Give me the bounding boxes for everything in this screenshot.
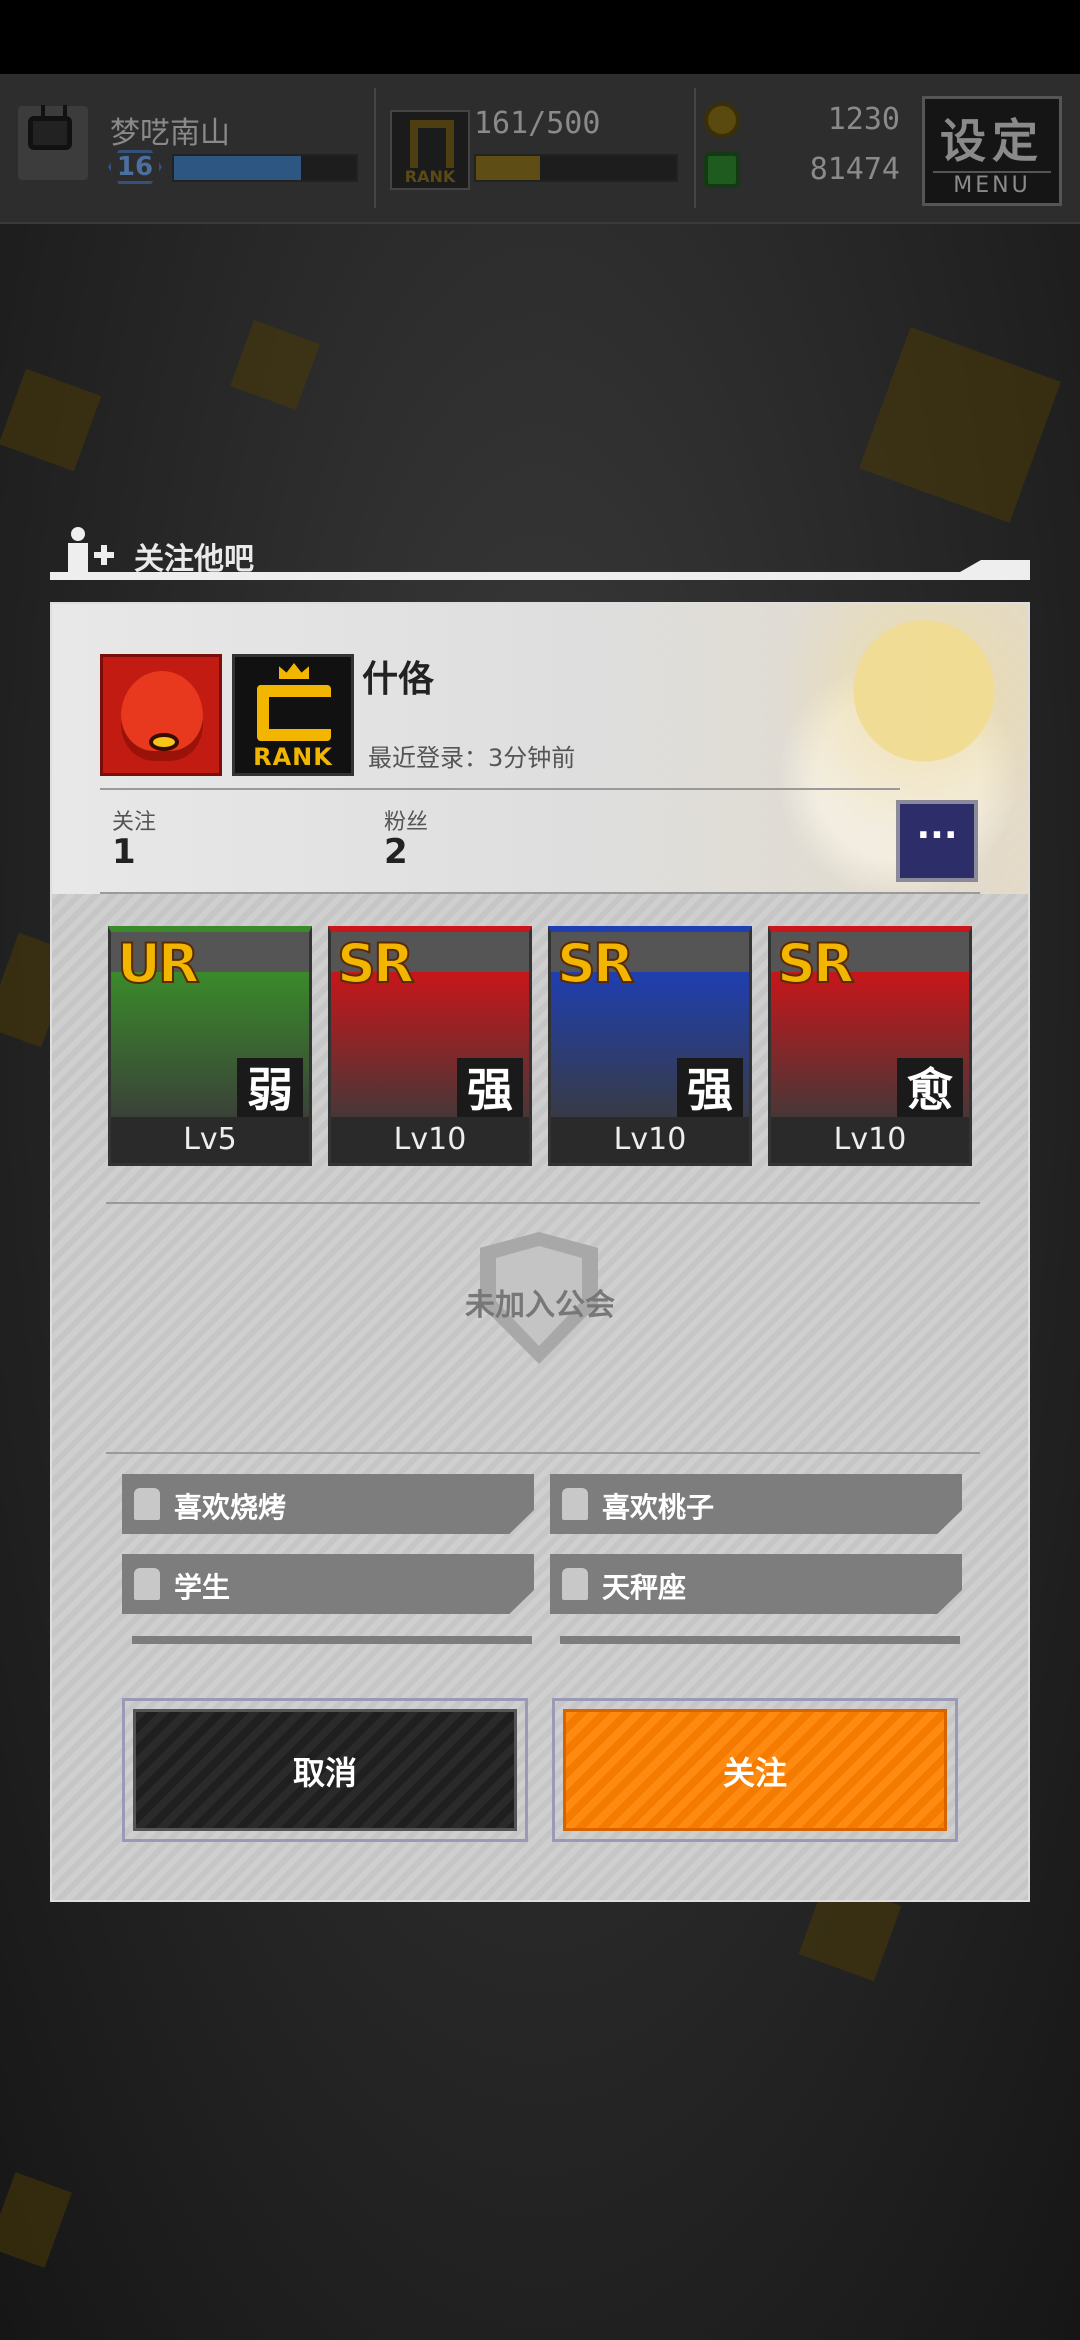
tv-icon bbox=[28, 116, 72, 150]
follow-button-label: 关注 bbox=[563, 1709, 947, 1831]
system-status-bar bbox=[0, 0, 1080, 74]
last-login: 最近登录：3分钟前 bbox=[368, 744, 576, 772]
card-attribute: 愈 bbox=[897, 1058, 963, 1124]
player-exp-fill bbox=[174, 156, 302, 180]
card-attribute: 强 bbox=[677, 1058, 743, 1124]
menu-button-sublabel: MENU bbox=[933, 171, 1051, 198]
player-avatar[interactable] bbox=[18, 106, 88, 180]
hud-divider bbox=[374, 88, 376, 208]
tag-icon bbox=[562, 1568, 588, 1600]
tag-text: 学生 bbox=[174, 1571, 231, 1604]
card-rarity: UR bbox=[116, 932, 200, 996]
player-exp-bar bbox=[172, 154, 358, 182]
tag-text: 喜欢烧烤 bbox=[174, 1491, 287, 1524]
follow-button[interactable]: 关注 bbox=[552, 1698, 958, 1842]
rank-value: 161/500 bbox=[474, 106, 601, 141]
rank-icon-label: RANK bbox=[404, 167, 456, 186]
card-attribute: 弱 bbox=[237, 1058, 303, 1124]
tag-text: 天秤座 bbox=[602, 1571, 687, 1604]
divider bbox=[100, 788, 900, 790]
profile-rank-badge: RANK bbox=[232, 654, 354, 776]
profile-tag: 喜欢桃子 bbox=[550, 1474, 962, 1534]
dialog-header-divider bbox=[50, 572, 1030, 580]
player-hud: 梦呓南山 16 RANK 161/500 1230 81474 bbox=[0, 74, 1080, 224]
profile-tag: 天秤座 bbox=[550, 1554, 962, 1614]
tag-icon bbox=[134, 1568, 160, 1600]
rank-badge-label: RANK bbox=[253, 743, 333, 771]
gem-amount: 81474 bbox=[809, 152, 900, 187]
rank-progress-bar bbox=[474, 154, 678, 182]
card-slot[interactable]: SR 强 Lv10 bbox=[328, 926, 532, 1166]
rank-icon: RANK bbox=[390, 110, 470, 190]
fans-count: 2 bbox=[384, 832, 408, 872]
card-rarity: SR bbox=[556, 932, 636, 996]
menu-button-label: 设定 bbox=[940, 114, 1044, 168]
cancel-button-label: 取消 bbox=[133, 1709, 517, 1831]
card-rarity: SR bbox=[336, 932, 416, 996]
tag-scroll-edge bbox=[132, 1636, 532, 1644]
rank-progress-fill bbox=[476, 156, 540, 180]
profile-name: 什佫 bbox=[362, 659, 435, 700]
card-slot[interactable]: SR 强 Lv10 bbox=[548, 926, 752, 1166]
background-decor bbox=[859, 327, 1061, 523]
player-name: 梦呓南山 bbox=[110, 116, 230, 151]
guild-status: 未加入公会 bbox=[465, 1288, 615, 1323]
card-attribute: 强 bbox=[457, 1058, 523, 1124]
profile-avatar bbox=[100, 654, 222, 776]
divider bbox=[100, 892, 980, 894]
card-level: Lv10 bbox=[771, 1117, 969, 1163]
add-friend-icon bbox=[68, 527, 114, 576]
background-decor bbox=[0, 2172, 72, 2268]
gem-icon bbox=[704, 152, 740, 188]
more-options-button[interactable]: ··· bbox=[896, 800, 978, 882]
background-decor bbox=[0, 368, 102, 472]
tag-icon bbox=[134, 1488, 160, 1520]
crown-icon bbox=[279, 663, 309, 679]
card-level: Lv5 bbox=[111, 1117, 309, 1163]
card-slot[interactable]: SR 愈 Lv10 bbox=[768, 926, 972, 1166]
tag-scroll-edge bbox=[560, 1636, 960, 1644]
player-level-badge: 16 bbox=[108, 150, 162, 184]
hud-divider bbox=[694, 88, 696, 208]
profile-header: RANK 什佫 最近登录：3分钟前 关注 1 粉丝 2 ··· bbox=[52, 604, 1028, 894]
card-level: Lv10 bbox=[551, 1117, 749, 1163]
profile-tag: 学生 bbox=[122, 1554, 534, 1614]
follow-count: 1 bbox=[112, 832, 136, 872]
tag-icon bbox=[562, 1488, 588, 1520]
profile-tag: 喜欢烧烤 bbox=[122, 1474, 534, 1534]
gold-coin-icon bbox=[704, 102, 740, 138]
divider bbox=[106, 1452, 980, 1454]
card-rarity: SR bbox=[776, 932, 856, 996]
card-level: Lv10 bbox=[331, 1117, 529, 1163]
game-screen: 梦呓南山 16 RANK 161/500 1230 81474 设定 MENU … bbox=[0, 0, 1080, 2340]
guild-section: 未加入公会 bbox=[52, 1184, 1028, 1424]
menu-button[interactable]: 设定 MENU bbox=[922, 96, 1062, 206]
card-deck: UR 弱 Lv5 SR 强 Lv10 SR 强 Lv10 SR 愈 Lv10 bbox=[108, 926, 988, 1166]
tag-text: 喜欢桃子 bbox=[602, 1491, 715, 1524]
gold-amount: 1230 bbox=[827, 102, 900, 137]
background-decor bbox=[230, 320, 320, 410]
card-slot[interactable]: UR 弱 Lv5 bbox=[108, 926, 312, 1166]
profile-panel: RANK 什佫 最近登录：3分钟前 关注 1 粉丝 2 ··· UR 弱 Lv5… bbox=[50, 602, 1030, 1902]
cancel-button[interactable]: 取消 bbox=[122, 1698, 528, 1842]
